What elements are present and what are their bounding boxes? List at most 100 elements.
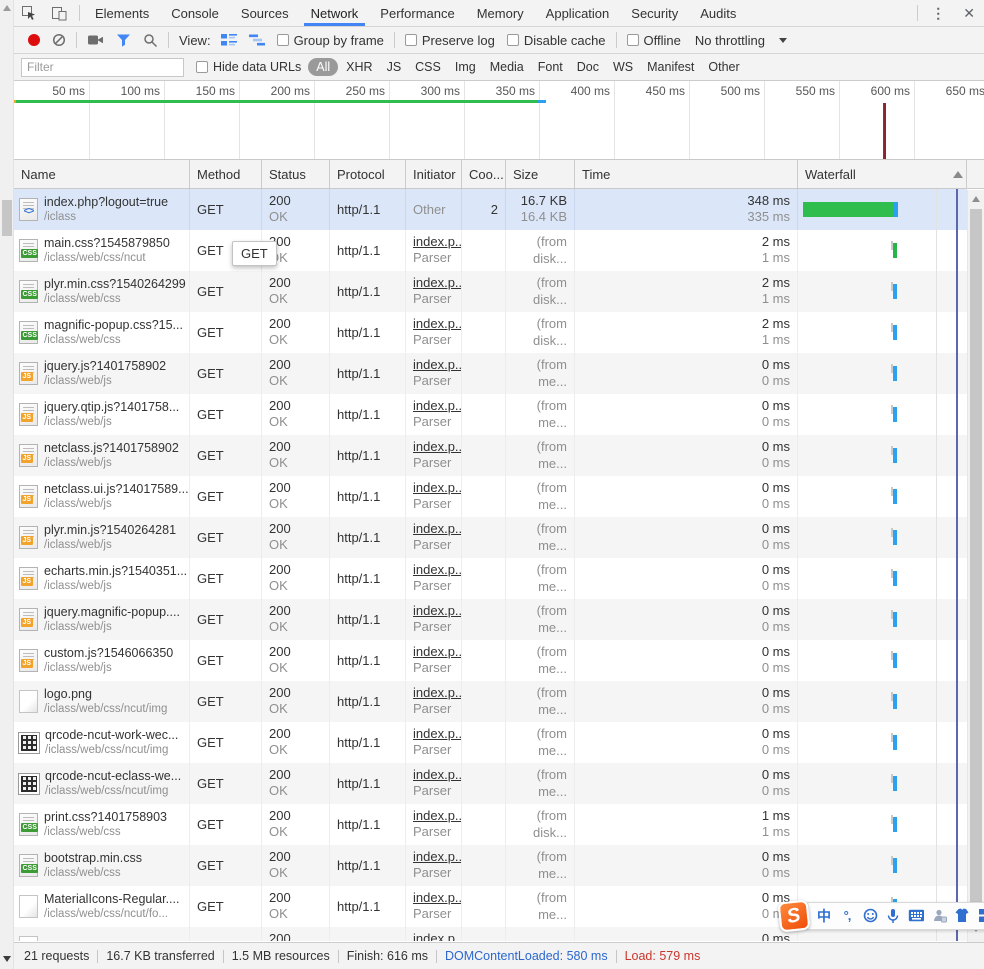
more-options-icon[interactable]: ⋮ (922, 0, 954, 26)
column-header-initiator[interactable]: Initiator (406, 160, 462, 188)
initiator-link[interactable]: index.p... (413, 480, 461, 496)
ime-keyboard-icon[interactable] (908, 908, 924, 924)
scroll-up-icon[interactable] (3, 5, 11, 11)
table-row[interactable]: JScustom.js?1546066350/iclass/web/jsGET2… (14, 640, 967, 681)
initiator-link[interactable]: index.p... (413, 357, 461, 373)
filter-input[interactable] (21, 58, 184, 77)
clear-button[interactable] (46, 33, 72, 47)
scroll-down-icon[interactable] (3, 956, 11, 962)
column-header-cookies[interactable]: Coo... (462, 160, 506, 188)
timeline-overview[interactable]: 50 ms100 ms150 ms200 ms250 ms300 ms350 m… (14, 81, 984, 160)
table-row[interactable]: CSSprint.css?1401758903/iclass/web/cssGE… (14, 804, 967, 845)
filter-pill-js[interactable]: JS (381, 58, 408, 76)
filter-toggle-button[interactable] (110, 33, 137, 48)
filter-pill-other[interactable]: Other (702, 58, 745, 76)
table-row[interactable]: <>index.php?logout=true/iclassGET200OKht… (14, 189, 967, 230)
ime-voice-icon[interactable] (885, 908, 901, 924)
sogou-logo-icon[interactable]: S (778, 899, 811, 932)
tab-sources[interactable]: Sources (230, 0, 300, 26)
filter-pill-img[interactable]: Img (449, 58, 482, 76)
table-row[interactable]: qrcode-ncut-work-wec.../iclass/web/css/n… (14, 722, 967, 763)
inspect-element-button[interactable] (14, 0, 44, 26)
table-row[interactable]: CSSplyr.min.css?1540264299/iclass/web/cs… (14, 271, 967, 312)
table-row[interactable]: CSSmain.css?1545879850/iclass/web/css/nc… (14, 230, 967, 271)
filter-pill-media[interactable]: Media (484, 58, 530, 76)
disable-cache-checkbox[interactable]: Disable cache (507, 33, 606, 48)
initiator-link[interactable]: index.p... (413, 808, 461, 824)
initiator-link[interactable]: index.p... (413, 890, 461, 906)
capture-screenshots-button[interactable] (81, 33, 110, 47)
toggle-device-toolbar-button[interactable] (44, 0, 75, 26)
left-scrollbar[interactable] (0, 0, 14, 969)
tab-network[interactable]: Network (300, 0, 370, 26)
table-row[interactable]: CSSmagnific-popup.css?15.../iclass/web/c… (14, 312, 967, 353)
column-header-status[interactable]: Status (262, 160, 330, 188)
table-row[interactable]: JSjquery.magnific-popup..../iclass/web/j… (14, 599, 967, 640)
column-header-name[interactable]: Name (14, 160, 190, 188)
initiator-link[interactable]: index.p... (413, 931, 461, 941)
initiator-link[interactable]: index.p... (413, 726, 461, 742)
tab-elements[interactable]: Elements (84, 0, 160, 26)
initiator-link[interactable]: index.p... (413, 849, 461, 865)
initiator-link[interactable]: index.p... (413, 644, 461, 660)
tab-audits[interactable]: Audits (689, 0, 747, 26)
table-row[interactable]: JSnetclass.js?1401758902/iclass/web/jsGE… (14, 435, 967, 476)
ime-chinese-mode-icon[interactable]: 中 (816, 908, 832, 924)
initiator-link[interactable]: index.p... (413, 234, 461, 250)
table-scrollbar[interactable] (967, 190, 984, 942)
search-button[interactable] (137, 33, 164, 48)
record-button[interactable] (22, 34, 46, 46)
initiator-link[interactable]: index.p... (413, 439, 461, 455)
table-row[interactable]: JSecharts.min.js?1540351.../iclass/web/j… (14, 558, 967, 599)
initiator-link[interactable]: index.p... (413, 275, 461, 291)
tab-performance[interactable]: Performance (369, 0, 465, 26)
preserve-log-checkbox[interactable]: Preserve log (405, 33, 495, 48)
tab-security[interactable]: Security (620, 0, 689, 26)
column-header-time[interactable]: Time (575, 160, 798, 188)
table-row[interactable]: logo.png/iclass/web/css/ncut/imgGET200OK… (14, 681, 967, 722)
filter-pill-xhr[interactable]: XHR (340, 58, 378, 76)
show-overview-toggle[interactable] (243, 33, 271, 47)
filter-pill-manifest[interactable]: Manifest (641, 58, 700, 76)
tab-console[interactable]: Console (160, 0, 230, 26)
table-row[interactable]: JSjquery.qtip.js?1401758.../iclass/web/j… (14, 394, 967, 435)
offline-checkbox[interactable]: Offline (627, 33, 681, 48)
column-header-waterfall[interactable]: Waterfall (798, 160, 967, 188)
request-name-block: qrcode-ncut-work-wec.../iclass/web/css/n… (45, 727, 178, 758)
ime-punctuation-icon[interactable]: °, (839, 908, 855, 924)
column-header-method[interactable]: Method (190, 160, 262, 188)
ime-emoji-icon[interactable] (862, 908, 878, 924)
table-row[interactable]: CSSbootstrap.min.css/iclass/web/cssGET20… (14, 845, 967, 886)
filter-pill-css[interactable]: CSS (409, 58, 447, 76)
ime-account-icon[interactable] (931, 908, 947, 924)
table-row[interactable]: JSjquery.js?1401758902/iclass/web/jsGET2… (14, 353, 967, 394)
initiator-link[interactable]: index.p... (413, 562, 461, 578)
ime-skin-icon[interactable] (954, 908, 970, 924)
initiator-link[interactable]: index.p... (413, 521, 461, 537)
initiator-link[interactable]: index.p... (413, 767, 461, 783)
throttling-select[interactable]: No throttling (695, 33, 787, 48)
table-scrollbar-thumb[interactable] (970, 209, 982, 920)
left-scrollbar-thumb[interactable] (2, 200, 12, 236)
table-row[interactable]: JSplyr.min.js?1540264281/iclass/web/jsGE… (14, 517, 967, 558)
use-large-rows-toggle[interactable] (215, 33, 243, 47)
ime-toolbox-grid-icon[interactable] (977, 908, 984, 924)
tab-memory[interactable]: Memory (466, 0, 535, 26)
initiator-link[interactable]: index.p... (413, 316, 461, 332)
close-devtools-icon[interactable]: ✕ (954, 0, 984, 26)
table-row[interactable]: qrcode-ncut-eclass-we.../iclass/web/css/… (14, 763, 967, 804)
filter-pill-font[interactable]: Font (532, 58, 569, 76)
column-header-protocol[interactable]: Protocol (330, 160, 406, 188)
hide-data-urls-checkbox[interactable]: Hide data URLs (196, 60, 301, 74)
initiator-link[interactable]: index.p... (413, 603, 461, 619)
column-header-size[interactable]: Size (506, 160, 575, 188)
filter-pill-ws[interactable]: WS (607, 58, 639, 76)
scroll-up-icon[interactable] (972, 196, 980, 202)
tab-application[interactable]: Application (535, 0, 621, 26)
filter-pill-doc[interactable]: Doc (571, 58, 605, 76)
initiator-link[interactable]: index.p... (413, 685, 461, 701)
filter-pill-all[interactable]: All (308, 58, 338, 76)
group-by-frame-checkbox[interactable]: Group by frame (277, 33, 384, 48)
initiator-link[interactable]: index.p... (413, 398, 461, 414)
table-row[interactable]: JSnetclass.ui.js?14017589.../iclass/web/… (14, 476, 967, 517)
